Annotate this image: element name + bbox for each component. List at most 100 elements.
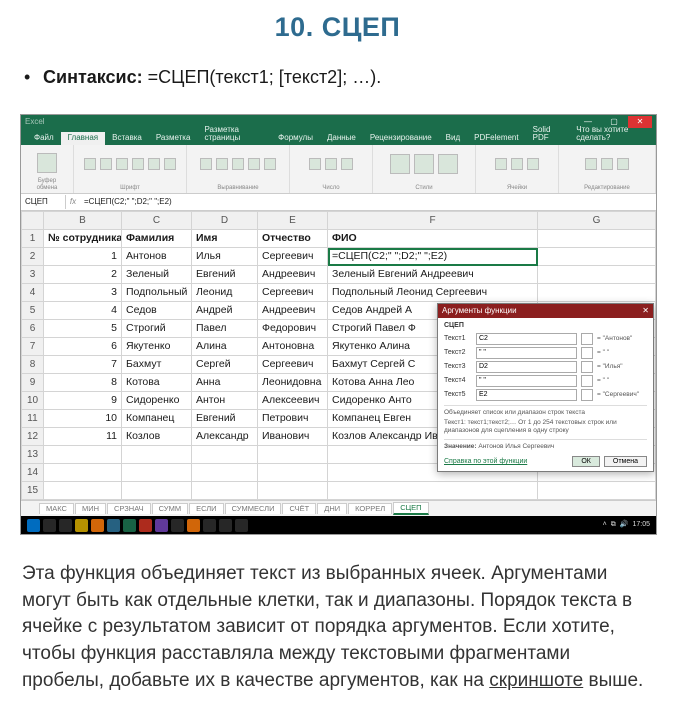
cell[interactable]: 10 bbox=[44, 410, 122, 428]
cell[interactable]: Сергей bbox=[192, 356, 258, 374]
cell[interactable]: Андреевич bbox=[258, 266, 328, 284]
cell[interactable]: Леонидовна bbox=[258, 374, 328, 392]
cell[interactable]: Евгений bbox=[192, 410, 258, 428]
cell[interactable]: =СЦЕП(C2;" ";D2;" ";E2) bbox=[328, 248, 538, 266]
cell[interactable]: Компанец bbox=[122, 410, 192, 428]
cell[interactable]: Фамилия bbox=[122, 230, 192, 248]
cell[interactable]: 5 bbox=[44, 320, 122, 338]
row-header[interactable]: 8 bbox=[22, 356, 44, 374]
browser-icon[interactable] bbox=[91, 519, 104, 532]
cell[interactable]: Илья bbox=[192, 248, 258, 266]
row-header[interactable]: 15 bbox=[22, 482, 44, 500]
cell[interactable] bbox=[192, 446, 258, 464]
cell[interactable]: Иванович bbox=[258, 428, 328, 446]
ribbon-tab[interactable]: Данные bbox=[320, 132, 363, 145]
cell[interactable]: Андрей bbox=[192, 302, 258, 320]
dialog-ok-button[interactable]: ОК bbox=[572, 456, 600, 467]
dialog-arg-input[interactable] bbox=[476, 347, 577, 359]
dialog-close-button[interactable]: ✕ bbox=[642, 307, 649, 316]
fill-color-icon[interactable] bbox=[132, 158, 144, 170]
cell[interactable]: 1 bbox=[44, 248, 122, 266]
col-header[interactable]: C bbox=[122, 212, 192, 230]
dialog-arg-input[interactable] bbox=[476, 375, 577, 387]
cell[interactable]: ФИО bbox=[328, 230, 538, 248]
cell[interactable]: Евгений bbox=[192, 266, 258, 284]
range-picker-icon[interactable] bbox=[581, 389, 593, 401]
row-header[interactable]: 3 bbox=[22, 266, 44, 284]
format-icon[interactable] bbox=[527, 158, 539, 170]
cell[interactable]: Сергеевич bbox=[258, 356, 328, 374]
autosum-icon[interactable] bbox=[585, 158, 597, 170]
row-header[interactable]: 1 bbox=[22, 230, 44, 248]
col-header[interactable]: B bbox=[44, 212, 122, 230]
tray-network-icon[interactable]: ⧉ bbox=[611, 521, 616, 529]
sheet-tab[interactable]: СУММ bbox=[152, 503, 188, 514]
row-header[interactable]: 6 bbox=[22, 320, 44, 338]
dialog-arg-input[interactable] bbox=[476, 333, 577, 345]
cell[interactable]: 8 bbox=[44, 374, 122, 392]
cell[interactable]: Сергеевич bbox=[258, 248, 328, 266]
merge-icon[interactable] bbox=[264, 158, 276, 170]
cell[interactable]: Зеленый Евгений Андреевич bbox=[328, 266, 538, 284]
app-icon[interactable] bbox=[203, 519, 216, 532]
ribbon-tab[interactable]: Solid PDF bbox=[526, 124, 570, 146]
align-center-icon[interactable] bbox=[216, 158, 228, 170]
worksheet-grid[interactable]: B C D E F G 1№ сотрудникаФамилияИмяОтчес… bbox=[21, 211, 656, 500]
row-header[interactable]: 13 bbox=[22, 446, 44, 464]
row-header[interactable]: 10 bbox=[22, 392, 44, 410]
excel-taskbar-icon[interactable] bbox=[123, 519, 136, 532]
cell[interactable] bbox=[44, 446, 122, 464]
ribbon-tab[interactable]: Главная bbox=[61, 132, 105, 145]
cell[interactable]: Алина bbox=[192, 338, 258, 356]
align-right-icon[interactable] bbox=[232, 158, 244, 170]
cell[interactable]: 7 bbox=[44, 356, 122, 374]
dialog-arg-input[interactable] bbox=[476, 361, 577, 373]
cell[interactable] bbox=[192, 482, 258, 500]
ribbon-tab[interactable]: PDFelement bbox=[467, 132, 525, 145]
range-picker-icon[interactable] bbox=[581, 347, 593, 359]
comma-icon[interactable] bbox=[341, 158, 353, 170]
cell[interactable]: № сотрудника bbox=[44, 230, 122, 248]
cell[interactable]: 9 bbox=[44, 392, 122, 410]
ribbon-tab[interactable]: Рецензирование bbox=[363, 132, 439, 145]
sheet-tab[interactable]: КОРРЕЛ bbox=[348, 503, 392, 514]
range-picker-icon[interactable] bbox=[581, 333, 593, 345]
italic-icon[interactable] bbox=[100, 158, 112, 170]
cell[interactable] bbox=[44, 464, 122, 482]
sheet-tab[interactable]: ЕСЛИ bbox=[189, 503, 223, 514]
dialog-titlebar[interactable]: Аргументы функции ✕ bbox=[438, 304, 653, 318]
ribbon-tab[interactable]: Формулы bbox=[271, 132, 320, 145]
sheet-tab[interactable]: СЦЕП bbox=[393, 502, 428, 515]
search-icon[interactable] bbox=[43, 519, 56, 532]
cell[interactable]: 11 bbox=[44, 428, 122, 446]
bold-icon[interactable] bbox=[84, 158, 96, 170]
row-header[interactable]: 5 bbox=[22, 302, 44, 320]
dialog-help-link[interactable]: Справка по этой функции bbox=[444, 458, 527, 466]
row-header[interactable]: 11 bbox=[22, 410, 44, 428]
function-arguments-dialog[interactable]: Аргументы функции ✕ СЦЕП Текст1= "Антоно… bbox=[437, 303, 654, 472]
cell[interactable]: Сергеевич bbox=[258, 284, 328, 302]
cell[interactable] bbox=[538, 482, 656, 500]
taskview-icon[interactable] bbox=[59, 519, 72, 532]
sheet-tab[interactable]: СРЗНАЧ bbox=[107, 503, 151, 514]
col-header[interactable]: D bbox=[192, 212, 258, 230]
screenshot-link[interactable]: скриншоте bbox=[489, 670, 583, 691]
explorer-icon[interactable] bbox=[75, 519, 88, 532]
cell[interactable]: Подпольный Леонид Сергеевич bbox=[328, 284, 538, 302]
delete-icon[interactable] bbox=[511, 158, 523, 170]
cell[interactable] bbox=[538, 284, 656, 302]
cell[interactable] bbox=[122, 482, 192, 500]
sheet-tab[interactable]: ДНИ bbox=[317, 503, 347, 514]
number-format-icon[interactable] bbox=[309, 158, 321, 170]
app-icon[interactable] bbox=[139, 519, 152, 532]
cell[interactable]: 2 bbox=[44, 266, 122, 284]
cell[interactable]: Якутенко bbox=[122, 338, 192, 356]
app-icon[interactable] bbox=[235, 519, 248, 532]
ribbon-tab[interactable]: Что вы хотите сделать? bbox=[569, 124, 656, 146]
cell[interactable]: Анна bbox=[192, 374, 258, 392]
cell[interactable]: Петрович bbox=[258, 410, 328, 428]
font-color-icon[interactable] bbox=[148, 158, 160, 170]
insert-icon[interactable] bbox=[495, 158, 507, 170]
col-header[interactable]: E bbox=[258, 212, 328, 230]
col-header[interactable]: F bbox=[328, 212, 538, 230]
